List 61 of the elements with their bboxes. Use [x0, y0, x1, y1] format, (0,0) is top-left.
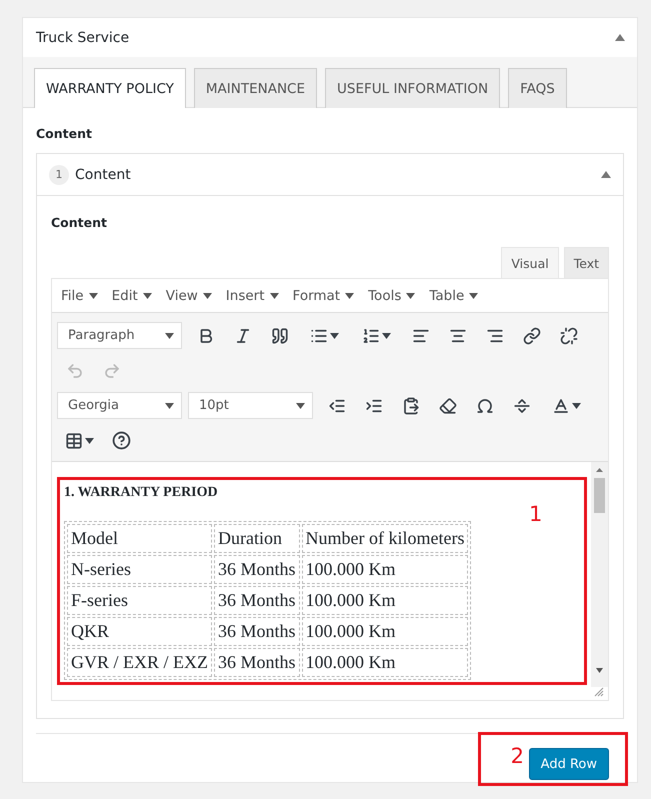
tab[interactable]: MAINTENANCE	[194, 68, 318, 108]
editor-mode-tab[interactable]: Visual	[501, 247, 559, 278]
table-icon[interactable]	[65, 432, 83, 450]
table-cell: 36 Months	[214, 555, 300, 584]
table-cell: GVR / EXR / EXZ	[67, 648, 212, 677]
table-cell: Number of kilometers	[302, 524, 468, 553]
menu-item[interactable]: View	[160, 288, 217, 304]
table-caret-icon	[85, 438, 94, 444]
list-caret-icon	[330, 332, 338, 338]
content-heading: 1. WARRANTY PERIOD	[64, 485, 219, 501]
menu-item[interactable]: Format	[288, 288, 360, 304]
scrollbar[interactable]	[591, 462, 608, 687]
table-cell: 36 Months	[214, 586, 300, 615]
table-cell: QKR	[67, 617, 212, 646]
table-cell: 100.000 Km	[302, 555, 468, 584]
tab[interactable]: USEFUL INFORMATION	[325, 68, 500, 108]
color-caret-icon	[572, 402, 580, 408]
menu-item[interactable]: Tools	[363, 288, 420, 304]
caret-icon	[345, 292, 354, 298]
tab[interactable]: WARRANTY POLICY	[34, 68, 186, 108]
editor-mode-tab[interactable]: Text	[564, 247, 609, 278]
caret-icon	[165, 332, 174, 338]
panel-title: Truck Service	[36, 30, 130, 46]
menu-item[interactable]: Edit	[106, 288, 157, 304]
font-size-select[interactable]: 10pt	[188, 392, 313, 419]
caret-icon	[202, 292, 212, 298]
item-number: 1	[49, 164, 69, 184]
numbered-list-icon[interactable]	[362, 326, 380, 344]
section-label: Content	[36, 126, 93, 141]
text-color-icon[interactable]	[552, 396, 570, 414]
item-title: Content	[75, 166, 132, 182]
tab[interactable]: FAQS	[508, 68, 567, 108]
resize-handle-icon[interactable]	[594, 687, 604, 697]
caret-icon	[406, 292, 416, 298]
collapse-icon[interactable]	[601, 171, 611, 178]
menu-item[interactable]: Table	[424, 288, 484, 304]
table-cell: 100.000 Km	[302, 648, 468, 677]
caret-icon	[165, 402, 174, 408]
annotation-number: 2	[510, 744, 524, 768]
caret-icon	[296, 402, 305, 408]
table-cell: 100.000 Km	[302, 617, 468, 646]
caret-icon	[88, 292, 98, 298]
font-family-select[interactable]: Georgia	[57, 392, 182, 419]
format-select[interactable]: Paragraph	[57, 322, 182, 349]
add-row-button[interactable]: Add Row	[528, 748, 609, 780]
list-caret-icon	[382, 332, 390, 338]
table-cell: Duration	[214, 524, 300, 553]
table-cell: 36 Months	[214, 617, 300, 646]
field-label: Content	[51, 215, 108, 230]
table-cell: 100.000 Km	[302, 586, 468, 615]
menu-item[interactable]: File	[56, 288, 103, 304]
table-cell: F-series	[67, 586, 212, 615]
table-cell: N-series	[67, 555, 212, 584]
annotation-number: 1	[529, 502, 542, 526]
caret-icon	[469, 292, 478, 298]
collapse-icon[interactable]	[615, 34, 625, 41]
menu-item[interactable]: Insert	[220, 288, 284, 304]
table-cell: Model	[67, 524, 212, 553]
caret-icon	[142, 292, 152, 298]
caret-icon	[270, 292, 279, 298]
table-cell: 36 Months	[214, 648, 300, 677]
